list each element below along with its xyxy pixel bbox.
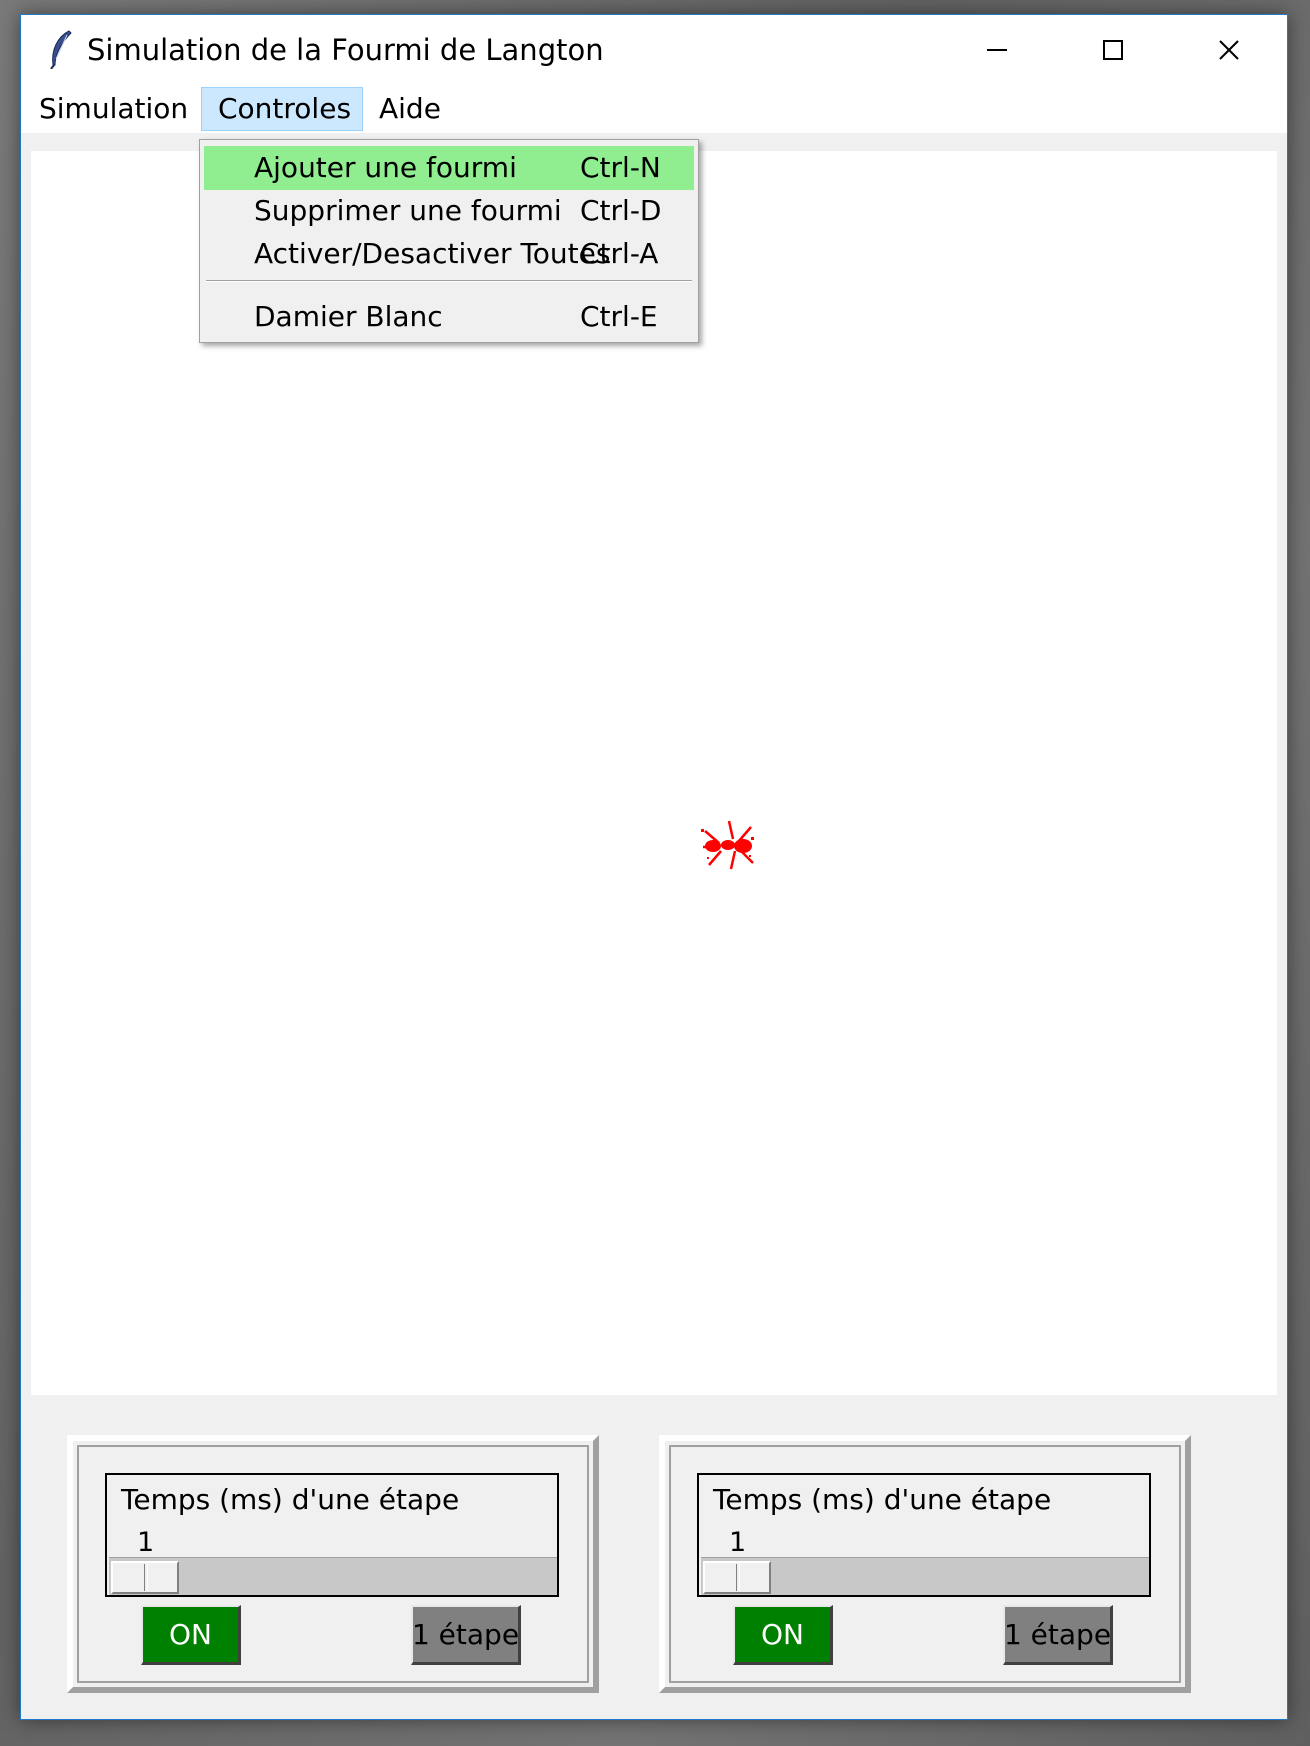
minimize-button[interactable] <box>939 15 1055 85</box>
menu-controles[interactable]: Controles <box>201 87 363 131</box>
scale-slider-handle[interactable] <box>111 1561 179 1594</box>
scale-label: Temps (ms) d'une étape <box>121 1483 460 1516</box>
scale-trough[interactable] <box>109 1557 557 1595</box>
menu-item-shortcut: Ctrl-N <box>580 151 661 184</box>
menu-item-label: Ajouter une fourmi <box>254 151 517 184</box>
menu-separator <box>206 280 692 282</box>
controls-area: Temps (ms) d'une étape 1 ON 1 étape Temp… <box>21 1395 1287 1721</box>
ant-control-panel: Temps (ms) d'une étape 1 ON 1 étape <box>67 1435 599 1693</box>
ant-icon[interactable] <box>699 817 759 871</box>
step-time-scale: Temps (ms) d'une étape 1 <box>105 1473 559 1597</box>
app-window: Simulation de la Fourmi de Langton Simul… <box>20 14 1288 1720</box>
close-button[interactable] <box>1171 15 1287 85</box>
scale-value: 1 <box>137 1527 155 1558</box>
maximize-icon <box>1103 40 1123 60</box>
menu-item-shortcut: Ctrl-D <box>580 194 662 227</box>
menu-simulation[interactable]: Simulation <box>23 87 204 131</box>
title-bar[interactable]: Simulation de la Fourmi de Langton <box>21 15 1287 85</box>
menu-bar: Simulation Controles Aide <box>21 85 1287 133</box>
minimize-icon <box>987 49 1007 51</box>
step-time-scale: Temps (ms) d'une étape 1 <box>697 1473 1151 1597</box>
scale-slider-handle[interactable] <box>703 1561 771 1594</box>
close-icon <box>1219 40 1239 60</box>
on-button[interactable]: ON <box>733 1605 833 1665</box>
scale-label: Temps (ms) d'une étape <box>713 1483 1052 1516</box>
menu-item-ajouter-fourmi[interactable]: Ajouter une fourmi Ctrl-N <box>204 146 694 190</box>
scale-value: 1 <box>729 1527 747 1558</box>
menu-item-activer-desactiver[interactable]: Activer/Desactiver Toutes Ctrl-A <box>204 232 694 276</box>
step-button[interactable]: 1 étape <box>411 1605 521 1665</box>
scale-trough[interactable] <box>701 1557 1149 1595</box>
menu-item-label: Supprimer une fourmi <box>254 194 562 227</box>
menu-aide[interactable]: Aide <box>363 87 457 131</box>
menu-item-damier-blanc[interactable]: Damier Blanc Ctrl-E <box>204 295 694 339</box>
menu-item-label: Damier Blanc <box>254 300 443 333</box>
menu-item-shortcut: Ctrl-E <box>580 300 658 333</box>
feather-icon <box>50 30 72 69</box>
window-title: Simulation de la Fourmi de Langton <box>87 33 604 67</box>
menu-item-shortcut: Ctrl-A <box>580 237 659 270</box>
maximize-button[interactable] <box>1055 15 1171 85</box>
menu-item-supprimer-fourmi[interactable]: Supprimer une fourmi Ctrl-D <box>204 189 694 233</box>
menu-item-label: Activer/Desactiver Toutes <box>254 237 611 270</box>
step-button[interactable]: 1 étape <box>1003 1605 1113 1665</box>
on-button[interactable]: ON <box>141 1605 241 1665</box>
controles-dropdown-menu: Ajouter une fourmi Ctrl-N Supprimer une … <box>199 139 699 343</box>
ant-control-panel: Temps (ms) d'une étape 1 ON 1 étape <box>659 1435 1191 1693</box>
